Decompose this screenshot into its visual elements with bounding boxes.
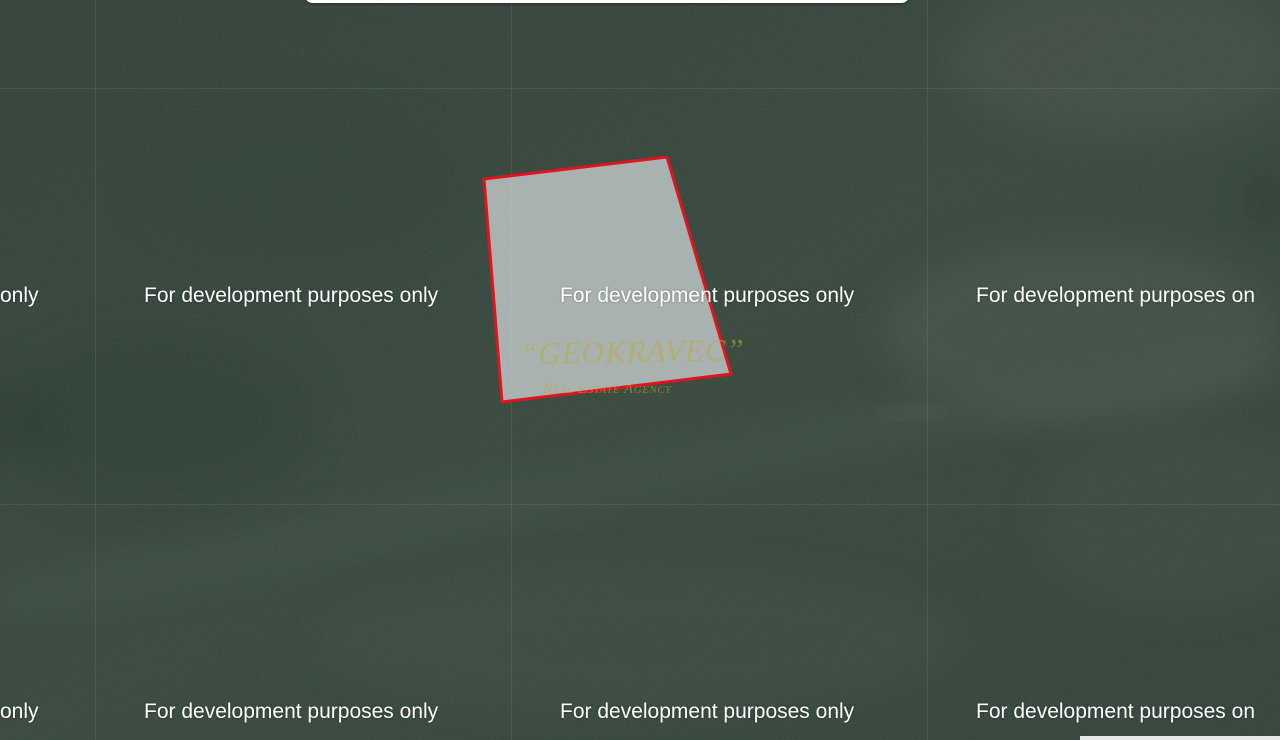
watermark-title: “GEOKRAVEC” bbox=[519, 332, 746, 372]
watermark-subtitle: Real Estate Agency bbox=[543, 381, 672, 397]
map-footer-bar bbox=[1080, 736, 1280, 740]
dev-notice: For development purposes only bbox=[560, 284, 855, 307]
dev-notice-clipped: only bbox=[0, 284, 39, 307]
map-canvas[interactable]: “GEOKRAVEC” Real Estate Agency only For … bbox=[0, 0, 1280, 740]
dev-notice: For development purposes only bbox=[144, 700, 439, 723]
dev-notice: For development purposes only bbox=[560, 700, 855, 723]
dev-notice-clipped: For development purposes on bbox=[976, 284, 1255, 307]
search-box[interactable] bbox=[304, 0, 910, 3]
dev-notice-clipped: For development purposes on bbox=[976, 700, 1255, 723]
dev-notice: For development purposes only bbox=[144, 284, 439, 307]
dev-notice-clipped: only bbox=[0, 700, 39, 723]
